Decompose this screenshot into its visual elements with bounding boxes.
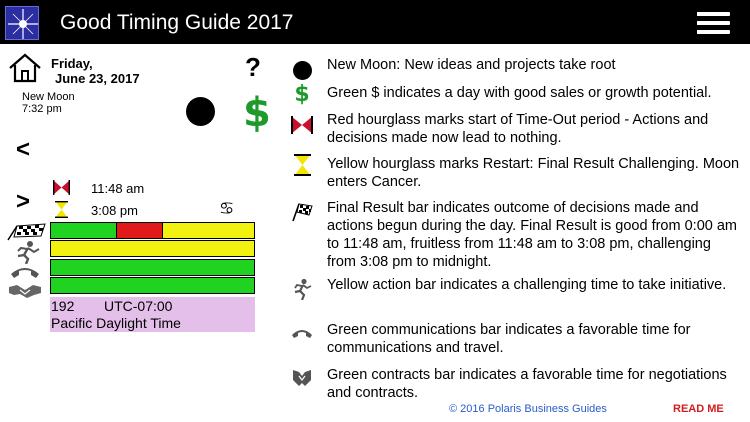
- checkered-flag-icon: [7, 223, 47, 241]
- help-icon[interactable]: ?: [245, 52, 261, 83]
- timezone-number: 192: [51, 298, 75, 314]
- runner-icon: [290, 278, 314, 300]
- final-result-bar: [50, 222, 255, 239]
- legend-item: Green contracts bar indicates a favorabl…: [327, 367, 727, 401]
- menu-icon: [697, 12, 730, 16]
- checkered-flag-icon: [290, 201, 314, 223]
- red-hourglass-icon: [290, 114, 314, 136]
- timezone-name: Pacific Daylight Time: [51, 315, 181, 331]
- phone-icon: [9, 264, 41, 280]
- moon-phase-time: 7:32 pm: [22, 103, 62, 115]
- yellow-hourglass-icon: [290, 154, 314, 176]
- handshake-icon: [290, 367, 314, 389]
- moon-phase-label: New Moon: [22, 91, 75, 103]
- yellow-hourglass-icon: [55, 200, 68, 218]
- top-bar: Good Timing Guide 2017: [0, 0, 750, 44]
- legend-item: Final Result bar indicates outcome of de…: [327, 200, 737, 270]
- action-bar: [50, 240, 255, 257]
- previous-day-button[interactable]: <: [16, 136, 30, 164]
- bar-segment: [51, 223, 117, 238]
- communications-bar: [50, 259, 255, 276]
- home-icon[interactable]: [8, 53, 42, 83]
- legend-item: New Moon: New ideas and projects take ro…: [327, 57, 616, 73]
- contracts-bar: [50, 277, 255, 294]
- legend-item: Green communications bar indicates a fav…: [327, 322, 691, 356]
- new-moon-icon: [186, 97, 215, 126]
- cancer-sign-icon: ♋: [219, 199, 235, 219]
- timezone-panel: 192 UTC-07:00 Pacific Daylight Time: [50, 297, 255, 332]
- new-moon-icon: [290, 59, 314, 81]
- bar-segment: [51, 241, 254, 256]
- date-label: June 23, 2017: [55, 71, 140, 86]
- red-hourglass-icon: [52, 180, 70, 195]
- next-day-button[interactable]: >: [16, 188, 30, 216]
- bar-segment: [116, 223, 163, 238]
- dollar-icon: $: [294, 81, 310, 107]
- legend-item: Green $ indicates a day with good sales …: [327, 85, 712, 101]
- legend-item: Red hourglass marks start of Time-Out pe…: [327, 112, 709, 146]
- restart-time: 3:08 pm: [91, 203, 138, 218]
- time-out-time: 11:48 am: [91, 181, 145, 196]
- runner-icon: [10, 240, 44, 265]
- legend-item: Yellow hourglass marks Restart: Final Re…: [327, 156, 740, 190]
- dollar-icon: $: [243, 90, 271, 136]
- copyright-link[interactable]: © 2016 Polaris Business Guides: [449, 403, 607, 415]
- timezone-offset: UTC-07:00: [104, 298, 173, 314]
- bar-segment: [51, 260, 254, 275]
- menu-button[interactable]: [697, 12, 730, 34]
- bar-segment: [51, 278, 254, 293]
- app-title: Good Timing Guide 2017: [60, 11, 294, 34]
- legend-item: Yellow action bar indicates a challengin…: [327, 277, 727, 293]
- app-logo-icon: [5, 6, 39, 40]
- read-me-button[interactable]: READ ME: [673, 403, 724, 415]
- bar-segment: [162, 223, 254, 238]
- handshake-icon: [8, 282, 42, 300]
- phone-icon: [290, 322, 314, 344]
- weekday-label: Friday,: [51, 56, 93, 71]
